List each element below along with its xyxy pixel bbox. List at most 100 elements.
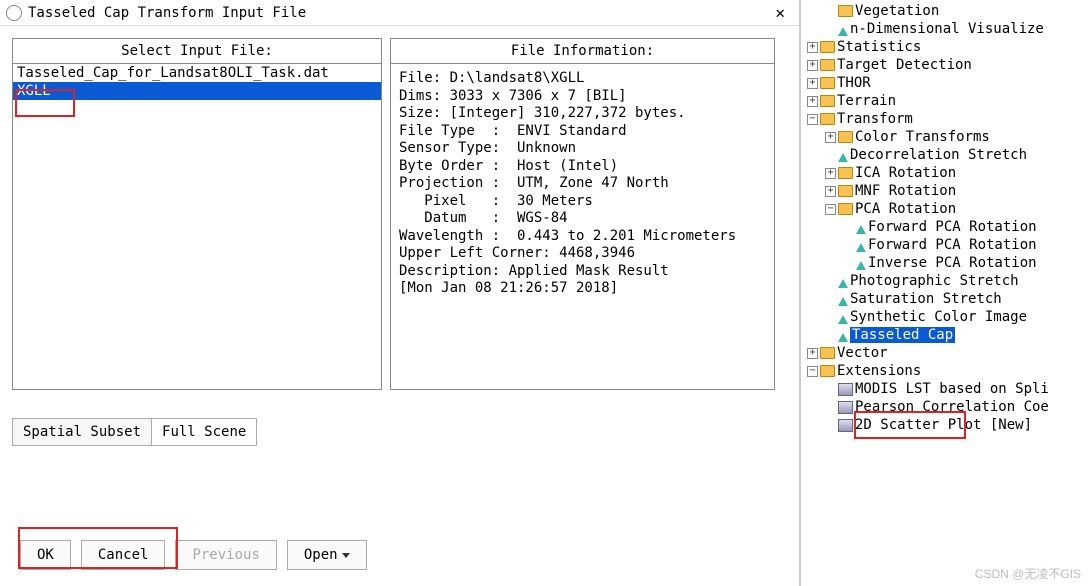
tree-item-label: Forward PCA Rotation: [868, 237, 1037, 253]
tree-item-label: ICA Rotation: [855, 165, 956, 181]
tree-item[interactable]: Tasseled Cap: [801, 326, 1089, 344]
expand-icon[interactable]: +: [807, 96, 818, 107]
tree-item[interactable]: 2D Scatter Plot [New]: [801, 416, 1089, 434]
tree-item[interactable]: +Statistics: [801, 38, 1089, 56]
flask-icon: [856, 257, 866, 270]
collapse-icon[interactable]: −: [825, 204, 836, 215]
close-icon[interactable]: ✕: [767, 3, 793, 22]
tree-item[interactable]: Forward PCA Rotation: [801, 218, 1089, 236]
list-item[interactable]: Tasseled_Cap_for_Landsat8OLI_Task.dat: [13, 64, 381, 82]
ok-button[interactable]: OK: [20, 540, 71, 570]
tree-item[interactable]: Pearson Correlation Coe: [801, 398, 1089, 416]
expand-icon[interactable]: +: [807, 78, 818, 89]
tree-item[interactable]: Decorrelation Stretch: [801, 146, 1089, 164]
spatial-subset-value: Full Scene: [152, 419, 256, 445]
tree-item[interactable]: + Target Detection: [801, 56, 1089, 74]
flask-icon: [838, 149, 848, 162]
tree-item-label: Inverse PCA Rotation: [868, 255, 1037, 271]
tree-item-label: Transform: [837, 111, 913, 127]
dialog-content: Select Input File: Tasseled_Cap_for_Land…: [0, 26, 799, 458]
watermark: CSDN @无凌不GIS: [975, 565, 1081, 582]
dialog-title: Tasseled Cap Transform Input File: [28, 5, 306, 21]
folder-icon: [838, 5, 853, 17]
flask-icon: [838, 311, 848, 324]
tree-item-label: Vector: [837, 345, 888, 361]
input-file-list[interactable]: Tasseled_Cap_for_Landsat8OLI_Task.dat XG…: [13, 64, 381, 384]
tree-item-label: Forward PCA Rotation: [868, 219, 1037, 235]
tree-item[interactable]: Saturation Stretch: [801, 290, 1089, 308]
folder-icon: [838, 203, 853, 215]
spacer: [825, 276, 836, 287]
flask-icon: [838, 329, 848, 342]
tool-icon: [838, 383, 853, 396]
expand-icon[interactable]: +: [825, 186, 836, 197]
flask-icon: [856, 221, 866, 234]
tree-item[interactable]: −PCA Rotation: [801, 200, 1089, 218]
tree-item[interactable]: Forward PCA Rotation: [801, 236, 1089, 254]
tree-item-label: Tasseled Cap: [850, 327, 955, 343]
tree-item[interactable]: − Transform: [801, 110, 1089, 128]
tree-item[interactable]: Synthetic Color Image: [801, 308, 1089, 326]
spacer: [843, 258, 854, 269]
tree-item[interactable]: +MNF Rotation: [801, 182, 1089, 200]
app-icon: [6, 5, 22, 21]
select-input-header: Select Input File:: [13, 39, 381, 64]
tree-item-label: Vegetation: [855, 3, 939, 19]
spacer: [825, 402, 836, 413]
spacer: [825, 294, 836, 305]
folder-icon: [820, 347, 835, 359]
tool-icon: [838, 419, 853, 432]
spacer: [825, 384, 836, 395]
tree-item-label: MODIS LST based on Spli: [855, 381, 1049, 397]
folder-icon: [820, 113, 835, 125]
tree-item-label: Saturation Stretch: [850, 291, 1002, 307]
list-item[interactable]: XGLL: [13, 82, 381, 100]
folder-icon: [820, 41, 835, 53]
collapse-icon[interactable]: −: [807, 366, 818, 377]
previous-button: Previous: [175, 540, 276, 570]
flask-icon: [838, 293, 848, 306]
tree-item[interactable]: Photographic Stretch: [801, 272, 1089, 290]
flask-icon: [838, 275, 848, 288]
flask-icon: [838, 23, 848, 36]
tree-item-label: Photographic Stretch: [850, 273, 1019, 289]
expand-icon[interactable]: +: [825, 168, 836, 179]
folder-icon: [820, 365, 835, 377]
spacer: [825, 150, 836, 161]
tree-item-label: 2D Scatter Plot [New]: [855, 417, 1032, 433]
tree-item-label: Synthetic Color Image: [850, 309, 1027, 325]
spacer: [825, 24, 836, 35]
open-button[interactable]: Open: [287, 540, 367, 570]
spatial-subset-button[interactable]: Spatial Subset: [13, 419, 152, 445]
toolbox-tree[interactable]: Vegetationn-Dimensional Visualize+Statis…: [800, 0, 1089, 586]
tree-item-label: Target Detection: [837, 57, 972, 73]
spacer: [843, 240, 854, 251]
expand-icon[interactable]: +: [807, 348, 818, 359]
folder-icon: [838, 167, 853, 179]
tree-item[interactable]: MODIS LST based on Spli: [801, 380, 1089, 398]
input-file-dialog: Tasseled Cap Transform Input File ✕ Sele…: [0, 0, 800, 586]
folder-icon: [820, 95, 835, 107]
expand-icon[interactable]: +: [807, 42, 818, 53]
collapse-icon[interactable]: −: [807, 114, 818, 125]
tree-item[interactable]: + THOR: [801, 74, 1089, 92]
file-info-text: File: D:\landsat8\XGLL Dims: 3033 x 7306…: [391, 64, 774, 304]
expand-icon[interactable]: +: [807, 60, 818, 71]
tree-item[interactable]: + Vector: [801, 344, 1089, 362]
tree-item[interactable]: −Extensions: [801, 362, 1089, 380]
tree-item[interactable]: + ICA Rotation: [801, 164, 1089, 182]
file-info-panel: File Information: File: D:\landsat8\XGLL…: [390, 38, 775, 390]
tree-item[interactable]: Inverse PCA Rotation: [801, 254, 1089, 272]
tree-item-label: Color Transforms: [855, 129, 990, 145]
tree-item-label: THOR: [837, 75, 871, 91]
tree-item[interactable]: + Terrain: [801, 92, 1089, 110]
tree-item[interactable]: + Color Transforms: [801, 128, 1089, 146]
cancel-button[interactable]: Cancel: [81, 540, 166, 570]
tree-item-label: Terrain: [837, 93, 896, 109]
chevron-down-icon: [342, 553, 350, 558]
button-row: OK Cancel Previous Open: [20, 540, 367, 570]
folder-icon: [838, 185, 853, 197]
tree-item[interactable]: n-Dimensional Visualize: [801, 20, 1089, 38]
tree-item[interactable]: Vegetation: [801, 2, 1089, 20]
expand-icon[interactable]: +: [825, 132, 836, 143]
